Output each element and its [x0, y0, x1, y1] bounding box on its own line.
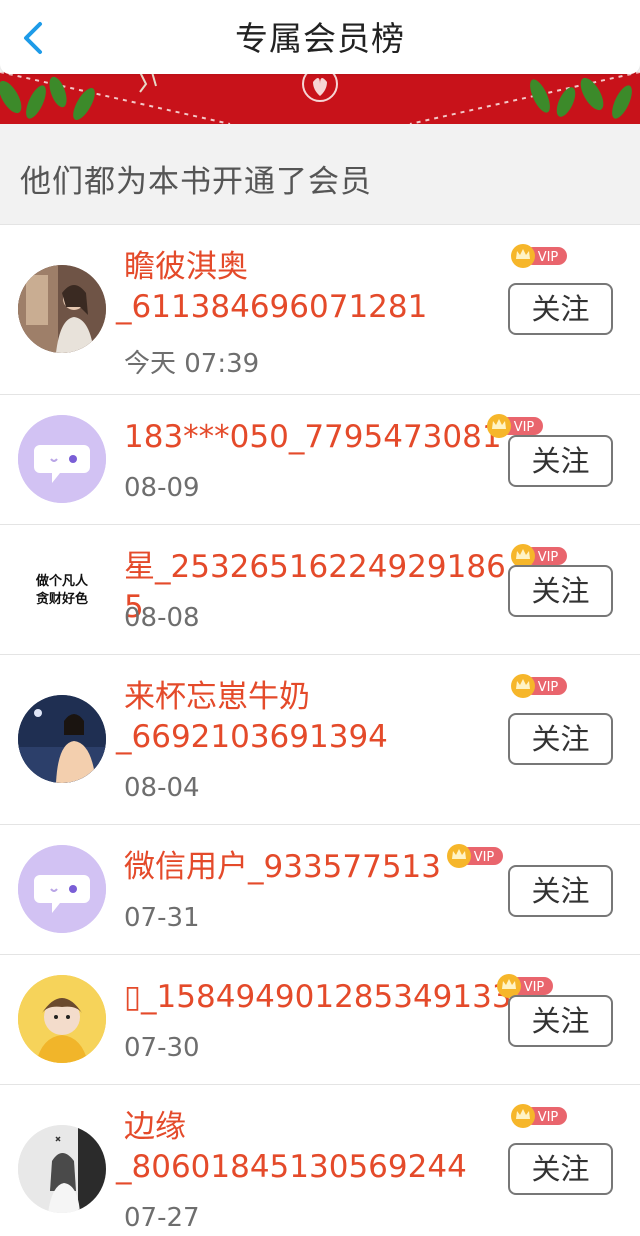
member-date: 08-04	[124, 773, 200, 803]
member-name[interactable]: 瞻彼淇奥 _611384696071281	[116, 247, 504, 327]
member-row[interactable]: 微信用户_933577513 07-31 VIP 关注	[0, 824, 640, 954]
avatar-photo	[18, 695, 106, 783]
follow-button[interactable]: 关注	[508, 865, 613, 917]
banner-image	[0, 72, 640, 124]
member-row[interactable]: 瞻彼淇奥 _611384696071281 今天 07:39 VIP 关注	[0, 224, 640, 394]
user-avatar[interactable]	[18, 695, 106, 783]
member-name-line1: 瞻彼淇奥	[124, 249, 248, 285]
member-date: 08-09	[124, 473, 200, 503]
subheading-text: 他们都为本书开通了会员	[20, 164, 372, 200]
member-name-line1: 边缘	[124, 1109, 186, 1145]
member-row[interactable]: 183***050_7795473081 08-09 VIP 关注	[0, 394, 640, 524]
avatar-photo	[18, 975, 106, 1063]
banner-decoration	[0, 72, 640, 124]
avatar-photo	[18, 265, 106, 353]
member-row[interactable]: 边缘 _80601845130569244 07-27 VIP 关注	[0, 1084, 640, 1236]
svg-text:VIP: VIP	[538, 1110, 559, 1125]
svg-text:VIP: VIP	[538, 250, 559, 265]
member-row[interactable]: 来杯忘崽牛奶 _6692103691394 08-04 VIP 关注	[0, 654, 640, 824]
svg-text:VIP: VIP	[474, 850, 495, 865]
member-name-line2: _611384696071281	[116, 289, 428, 325]
member-name-line2: _6692103691394	[116, 719, 388, 755]
avatar-photo	[18, 1125, 106, 1213]
svg-text:VIP: VIP	[538, 550, 559, 565]
follow-button[interactable]: 关注	[508, 435, 613, 487]
page-title: 专属会员榜	[235, 19, 405, 58]
follow-button[interactable]: 关注	[508, 995, 613, 1047]
member-name-line1: 来杯忘崽牛奶	[124, 679, 310, 715]
member-name[interactable]: 来杯忘崽牛奶 _6692103691394	[116, 677, 504, 757]
user-avatar[interactable]	[18, 975, 106, 1063]
avatar-text: 做个凡人 贪财好色	[35, 574, 88, 607]
user-avatar[interactable]	[18, 845, 106, 933]
follow-button[interactable]: 关注	[508, 565, 613, 617]
user-avatar[interactable]: 做个凡人 贪财好色	[18, 545, 106, 633]
vip-badge-icon: VIP	[511, 674, 567, 698]
vip-badge-icon: VIP	[447, 844, 503, 868]
user-avatar[interactable]	[18, 1125, 106, 1213]
member-date: 07-31	[124, 903, 200, 933]
member-row[interactable]: ▯_158494901285349133 07-30 VIP 关注	[0, 954, 640, 1084]
member-date: 07-27	[124, 1203, 200, 1233]
user-avatar[interactable]	[18, 265, 106, 353]
member-row[interactable]: 做个凡人 贪财好色 星_253265162249291865 08-08 VIP…	[0, 524, 640, 654]
list-subheading: 他们都为本书开通了会员	[0, 124, 640, 224]
follow-button[interactable]: 关注	[508, 1143, 613, 1195]
member-list: 瞻彼淇奥 _611384696071281 今天 07:39 VIP 关注 18…	[0, 224, 640, 1236]
member-name[interactable]: ▯_158494901285349133	[124, 977, 524, 1017]
vip-badge-icon: VIP	[511, 1104, 567, 1128]
vip-badge-icon: VIP	[511, 244, 567, 268]
follow-button[interactable]: 关注	[508, 283, 613, 335]
default-avatar-icon	[18, 845, 106, 933]
svg-text:VIP: VIP	[524, 980, 545, 995]
member-name-line2: _80601845130569244	[116, 1149, 467, 1185]
user-avatar[interactable]	[18, 415, 106, 503]
member-name[interactable]: 183***050_7795473081	[124, 417, 524, 457]
svg-text:VIP: VIP	[514, 420, 535, 435]
top-bar: 专属会员榜	[0, 0, 640, 74]
member-date: 今天 07:39	[124, 349, 260, 379]
default-avatar-icon	[18, 415, 106, 503]
follow-button[interactable]: 关注	[508, 713, 613, 765]
member-name[interactable]: 边缘 _80601845130569244	[116, 1107, 504, 1187]
member-date: 07-30	[124, 1033, 200, 1063]
member-date: 08-08	[124, 603, 200, 633]
svg-text:VIP: VIP	[538, 680, 559, 695]
